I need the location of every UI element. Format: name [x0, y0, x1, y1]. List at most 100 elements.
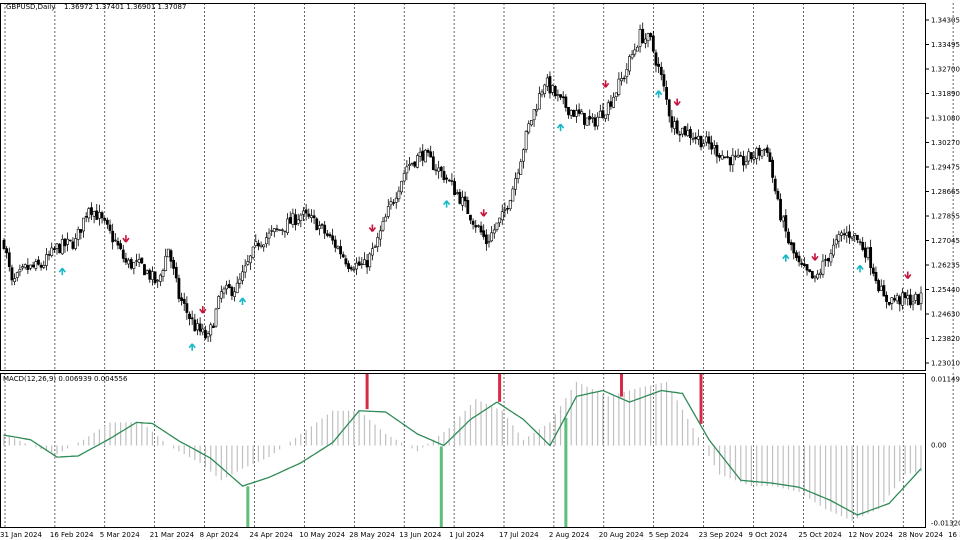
- bullish-candle: [434, 169, 438, 172]
- bearish-candle: [506, 208, 509, 210]
- bullish-candle: [731, 154, 735, 166]
- bearish-candle: [392, 202, 395, 204]
- bearish-candle: [842, 233, 846, 236]
- time-axis-label: 8 Apr 2024: [200, 531, 239, 539]
- bullish-candle: [262, 244, 266, 248]
- price-axis-label: 1.25440: [931, 286, 960, 294]
- bearish-candle: [622, 77, 626, 80]
- bullish-candle: [673, 121, 676, 130]
- macd-axis-label: 0.00: [931, 442, 947, 450]
- bearish-candle: [31, 264, 35, 268]
- bearish-candle: [466, 199, 470, 214]
- main-pane-frame: [0, 3, 926, 371]
- bullish-candle: [781, 216, 785, 222]
- bullish-candle: [696, 135, 700, 140]
- bullish-candle: [272, 228, 276, 233]
- bullish-candle: [508, 200, 512, 210]
- bullish-candle: [363, 259, 366, 265]
- bullish-candle: [681, 127, 684, 135]
- bullish-candle: [151, 271, 154, 280]
- sell-arrow-icon: [368, 224, 377, 232]
- bearish-candle: [789, 242, 793, 245]
- bearish-candle: [453, 181, 456, 195]
- bearish-candle: [174, 267, 178, 279]
- bearish-candle: [344, 258, 348, 265]
- bullish-candle: [386, 206, 390, 217]
- bullish-candle: [866, 247, 870, 258]
- bullish-candle: [158, 274, 162, 282]
- bullish-candle: [636, 46, 639, 52]
- bullish-candle: [299, 214, 303, 221]
- bearish-candle: [79, 229, 83, 233]
- bearish-candle: [140, 257, 144, 264]
- bearish-candle: [105, 219, 109, 225]
- bullish-candle: [646, 33, 650, 42]
- bullish-candle: [235, 282, 239, 294]
- bearish-candle: [304, 209, 308, 214]
- sell-arrow-icon: [673, 98, 681, 106]
- bearish-candle: [559, 94, 562, 98]
- bullish-candle: [217, 296, 221, 309]
- bullish-candle: [763, 148, 767, 151]
- bearish-candle: [858, 241, 862, 243]
- bearish-candle: [198, 323, 202, 332]
- price-axis-label: 1.31080: [931, 115, 960, 123]
- bearish-candle: [333, 239, 337, 248]
- bearish-candle: [564, 96, 568, 108]
- bearish-candle: [670, 116, 674, 128]
- bearish-candle: [121, 249, 125, 259]
- price-axis-label: 1.30270: [931, 139, 960, 147]
- bullish-candle: [585, 117, 589, 126]
- bearish-candle: [177, 278, 181, 299]
- bearish-candle: [421, 150, 425, 161]
- bearish-candle: [458, 191, 462, 204]
- bullish-candle: [378, 230, 382, 240]
- bullish-candle: [447, 179, 451, 182]
- bearish-candle: [641, 28, 645, 44]
- bearish-candle: [583, 112, 586, 125]
- bearish-candle: [439, 166, 443, 172]
- bullish-candle: [254, 241, 258, 246]
- bullish-candle: [914, 293, 918, 301]
- bearish-candle: [824, 259, 827, 261]
- bearish-candle: [172, 259, 176, 269]
- bearish-candle: [108, 224, 112, 231]
- bearish-candle: [771, 159, 774, 178]
- buy-arrow-icon: [238, 297, 247, 305]
- bearish-candle: [182, 298, 186, 304]
- trading-chart[interactable]: 31 Jan 2024 16 Feb 2024 5 Mar 2024 21 Mar 2…: [0, 0, 960, 540]
- bullish-candle: [638, 29, 642, 47]
- bullish-candle: [919, 292, 923, 304]
- bullish-candle: [556, 94, 560, 96]
- macd-axis-label: 0.011492: [931, 376, 960, 384]
- bullish-candle: [336, 246, 340, 249]
- time-axis-label: 17 Jul 2024: [499, 531, 539, 539]
- bullish-candle: [747, 151, 751, 162]
- bearish-candle: [776, 190, 780, 200]
- bearish-candle: [795, 252, 798, 259]
- bearish-candle: [37, 259, 40, 265]
- bullish-candle: [45, 254, 48, 266]
- bearish-candle: [10, 267, 14, 281]
- bullish-candle: [545, 77, 549, 87]
- sell-arrow-icon: [811, 253, 819, 261]
- bearish-candle: [885, 294, 888, 303]
- bullish-candle: [598, 110, 602, 119]
- bearish-candle: [779, 198, 782, 221]
- sell-arrow-icon: [904, 271, 912, 280]
- price-axis-label: 1.23820: [931, 335, 960, 343]
- bearish-candle: [787, 231, 790, 244]
- bearish-candle: [442, 171, 446, 180]
- bearish-candle: [169, 250, 173, 262]
- bearish-candle: [227, 284, 231, 288]
- bullish-candle: [901, 292, 904, 306]
- bullish-candle: [397, 190, 401, 200]
- bearish-candle: [826, 258, 830, 262]
- bullish-candle: [238, 278, 242, 284]
- bearish-candle: [95, 210, 99, 220]
- buy-arrow-icon: [856, 264, 864, 273]
- bearish-candle: [675, 120, 679, 134]
- bearish-candle: [357, 261, 361, 266]
- bearish-candle: [553, 86, 557, 97]
- bullish-candle: [156, 279, 160, 282]
